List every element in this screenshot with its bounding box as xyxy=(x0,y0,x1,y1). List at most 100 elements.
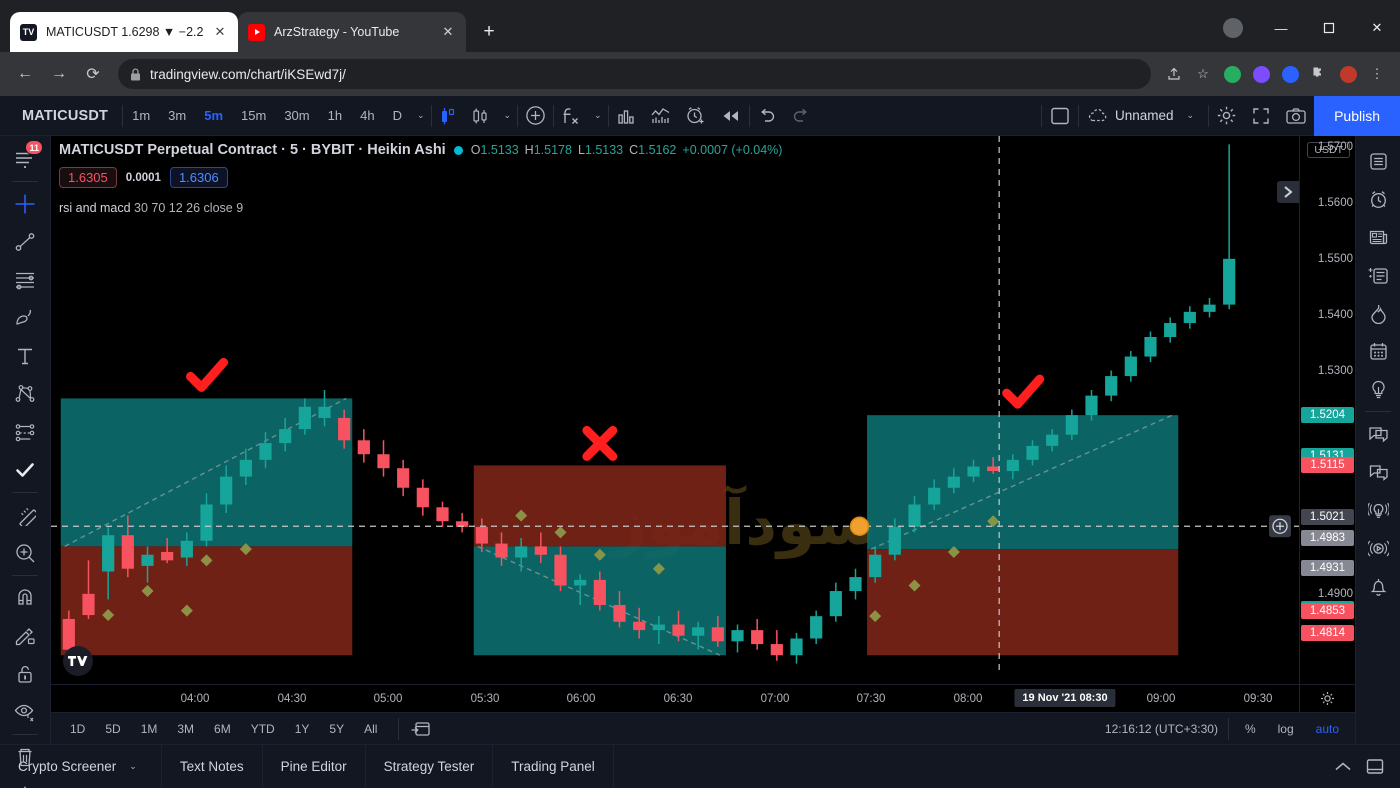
symbol-search-button[interactable]: MATICUSDT xyxy=(8,108,122,124)
heikin-ashi-icon[interactable] xyxy=(432,102,464,130)
checkmark-icon[interactable] xyxy=(6,451,44,489)
undo-icon[interactable] xyxy=(750,102,784,130)
back-icon[interactable]: ← xyxy=(10,59,40,89)
resolution-d[interactable]: D xyxy=(384,102,411,130)
maximize-button[interactable] xyxy=(1306,12,1352,44)
bar-replay-icon[interactable] xyxy=(713,102,749,130)
forward-icon[interactable]: → xyxy=(44,59,74,89)
range-ytd[interactable]: YTD xyxy=(242,718,284,740)
percent-scale-toggle[interactable]: % xyxy=(1239,719,1262,739)
chevron-down-icon[interactable]: ⌄ xyxy=(588,110,608,121)
maximize-panel-icon[interactable] xyxy=(1366,758,1384,775)
ideas-icon[interactable] xyxy=(1359,370,1397,408)
close-window-button[interactable]: ✕ xyxy=(1354,12,1400,44)
private-chat-icon[interactable] xyxy=(1359,453,1397,491)
range-1y[interactable]: 1Y xyxy=(286,718,319,740)
data-window-icon[interactable] xyxy=(1359,256,1397,294)
price-axis[interactable]: USDT 1.5700 1.5600 1.5500 1.5400 1.5300 1.520… xyxy=(1299,136,1355,684)
profile-avatar[interactable] xyxy=(1210,12,1256,44)
chart-settings-gear-icon[interactable] xyxy=(1209,102,1244,130)
bookmark-star-icon[interactable]: ☆ xyxy=(1190,61,1216,87)
ask-price[interactable]: 1.6306 xyxy=(169,167,228,188)
browser-tab-youtube[interactable]: ArzStrategy - YouTube ✕ xyxy=(238,12,466,52)
minimize-button[interactable]: — xyxy=(1258,12,1304,44)
redo-icon[interactable] xyxy=(784,102,818,130)
share-icon[interactable] xyxy=(1161,61,1187,87)
candle-style-icon[interactable] xyxy=(464,102,498,130)
close-icon[interactable]: ✕ xyxy=(212,24,228,40)
trend-line-icon[interactable] xyxy=(6,223,44,261)
range-3m[interactable]: 3M xyxy=(168,718,203,740)
address-bar[interactable]: tradingview.com/chart/iKSEwd7j/ xyxy=(118,59,1151,89)
account-avatar[interactable] xyxy=(1335,61,1361,87)
pitchfork-icon[interactable] xyxy=(6,375,44,413)
layout-select-icon[interactable] xyxy=(1042,102,1078,130)
range-1m[interactable]: 1M xyxy=(132,718,167,740)
resolution-15m[interactable]: 15m xyxy=(232,102,275,130)
extensions-puzzle-icon[interactable] xyxy=(1306,61,1332,87)
new-tab-button[interactable]: + xyxy=(475,18,503,46)
measure-ruler-icon[interactable] xyxy=(6,496,44,534)
tab-strategy-tester[interactable]: Strategy Tester xyxy=(366,745,494,788)
time-axis[interactable]: 04:00 04:30 05:00 05:30 06:00 06:30 07:00 07:30… xyxy=(51,684,1355,712)
magnet-icon[interactable] xyxy=(6,579,44,617)
lock-icon[interactable] xyxy=(6,655,44,693)
reset-chart-icon[interactable] xyxy=(1299,685,1355,712)
range-6m[interactable]: 6M xyxy=(205,718,240,740)
range-5y[interactable]: 5Y xyxy=(320,718,353,740)
auto-scale-toggle[interactable]: auto xyxy=(1310,719,1345,739)
expand-panel-icon[interactable] xyxy=(1334,761,1352,773)
zoom-in-icon[interactable] xyxy=(6,534,44,572)
favorites-star-icon[interactable] xyxy=(6,776,44,788)
drawing-mode-icon[interactable] xyxy=(6,617,44,655)
fullscreen-icon[interactable] xyxy=(1244,102,1278,130)
stream-icon[interactable] xyxy=(1359,491,1397,529)
bid-price[interactable]: 1.6305 xyxy=(59,167,117,188)
watchlist-icon[interactable] xyxy=(1359,142,1397,180)
resolution-1m[interactable]: 1m xyxy=(123,102,159,130)
extension-icon-1[interactable] xyxy=(1219,61,1245,87)
reload-icon[interactable]: ⟳ xyxy=(78,59,108,89)
browser-menu-icon[interactable]: ⋮ xyxy=(1364,61,1390,87)
indicator-legend[interactable]: rsi and macd 30 70 12 26 close 9 xyxy=(59,201,782,215)
extension-icon-2[interactable] xyxy=(1248,61,1274,87)
tab-text-notes[interactable]: Text Notes xyxy=(162,745,263,788)
resolution-30m[interactable]: 30m xyxy=(275,102,318,130)
chevron-down-icon[interactable]: ⌄ xyxy=(123,761,143,772)
menu-icon[interactable]: 11 xyxy=(6,140,44,178)
chart-pane[interactable]: MATICUSDT Perpetual Contract · 5 · BYBIT… xyxy=(51,136,1299,684)
chevron-down-icon[interactable]: ⌄ xyxy=(1181,110,1201,121)
alerts-icon[interactable] xyxy=(1359,180,1397,218)
text-icon[interactable] xyxy=(6,337,44,375)
resolution-4h[interactable]: 4h xyxy=(351,102,383,130)
chevron-down-icon[interactable]: ⌄ xyxy=(498,110,518,121)
candlestick-chart[interactable] xyxy=(51,136,1299,672)
close-icon[interactable]: ✕ xyxy=(440,24,456,40)
brush-icon[interactable] xyxy=(6,299,44,337)
resolution-3m[interactable]: 3m xyxy=(159,102,195,130)
bar-chart-icon[interactable] xyxy=(609,102,643,130)
indicators-fx-icon[interactable] xyxy=(554,102,588,130)
hotlist-icon[interactable] xyxy=(1359,294,1397,332)
range-1d[interactable]: 1D xyxy=(61,718,94,740)
calendar-icon[interactable] xyxy=(1359,332,1397,370)
remove-drawings-trash-icon[interactable] xyxy=(6,738,44,776)
range-all[interactable]: All xyxy=(355,718,386,740)
layout-name-button[interactable]: Unnamed ⌄ xyxy=(1079,108,1208,123)
add-indicator-plus-icon[interactable] xyxy=(518,102,553,130)
tradingview-logo[interactable] xyxy=(63,646,93,676)
alerts-clock-icon[interactable] xyxy=(678,102,713,130)
publish-button[interactable]: Publish xyxy=(1314,95,1400,136)
goto-date-icon[interactable] xyxy=(411,720,431,737)
resolution-5m[interactable]: 5m xyxy=(195,102,232,130)
crosshair-icon[interactable] xyxy=(6,185,44,223)
extension-icon-3[interactable] xyxy=(1277,61,1303,87)
hide-drawings-eye-icon[interactable] xyxy=(6,693,44,731)
tab-trading-panel[interactable]: Trading Panel xyxy=(493,745,614,788)
notifications-bell-icon[interactable] xyxy=(1359,567,1397,605)
horizontal-lines-icon[interactable] xyxy=(6,261,44,299)
tab-pine-editor[interactable]: Pine Editor xyxy=(263,745,366,788)
pattern-icon[interactable] xyxy=(6,413,44,451)
chat-icon[interactable] xyxy=(1359,415,1397,453)
news-icon[interactable] xyxy=(1359,218,1397,256)
